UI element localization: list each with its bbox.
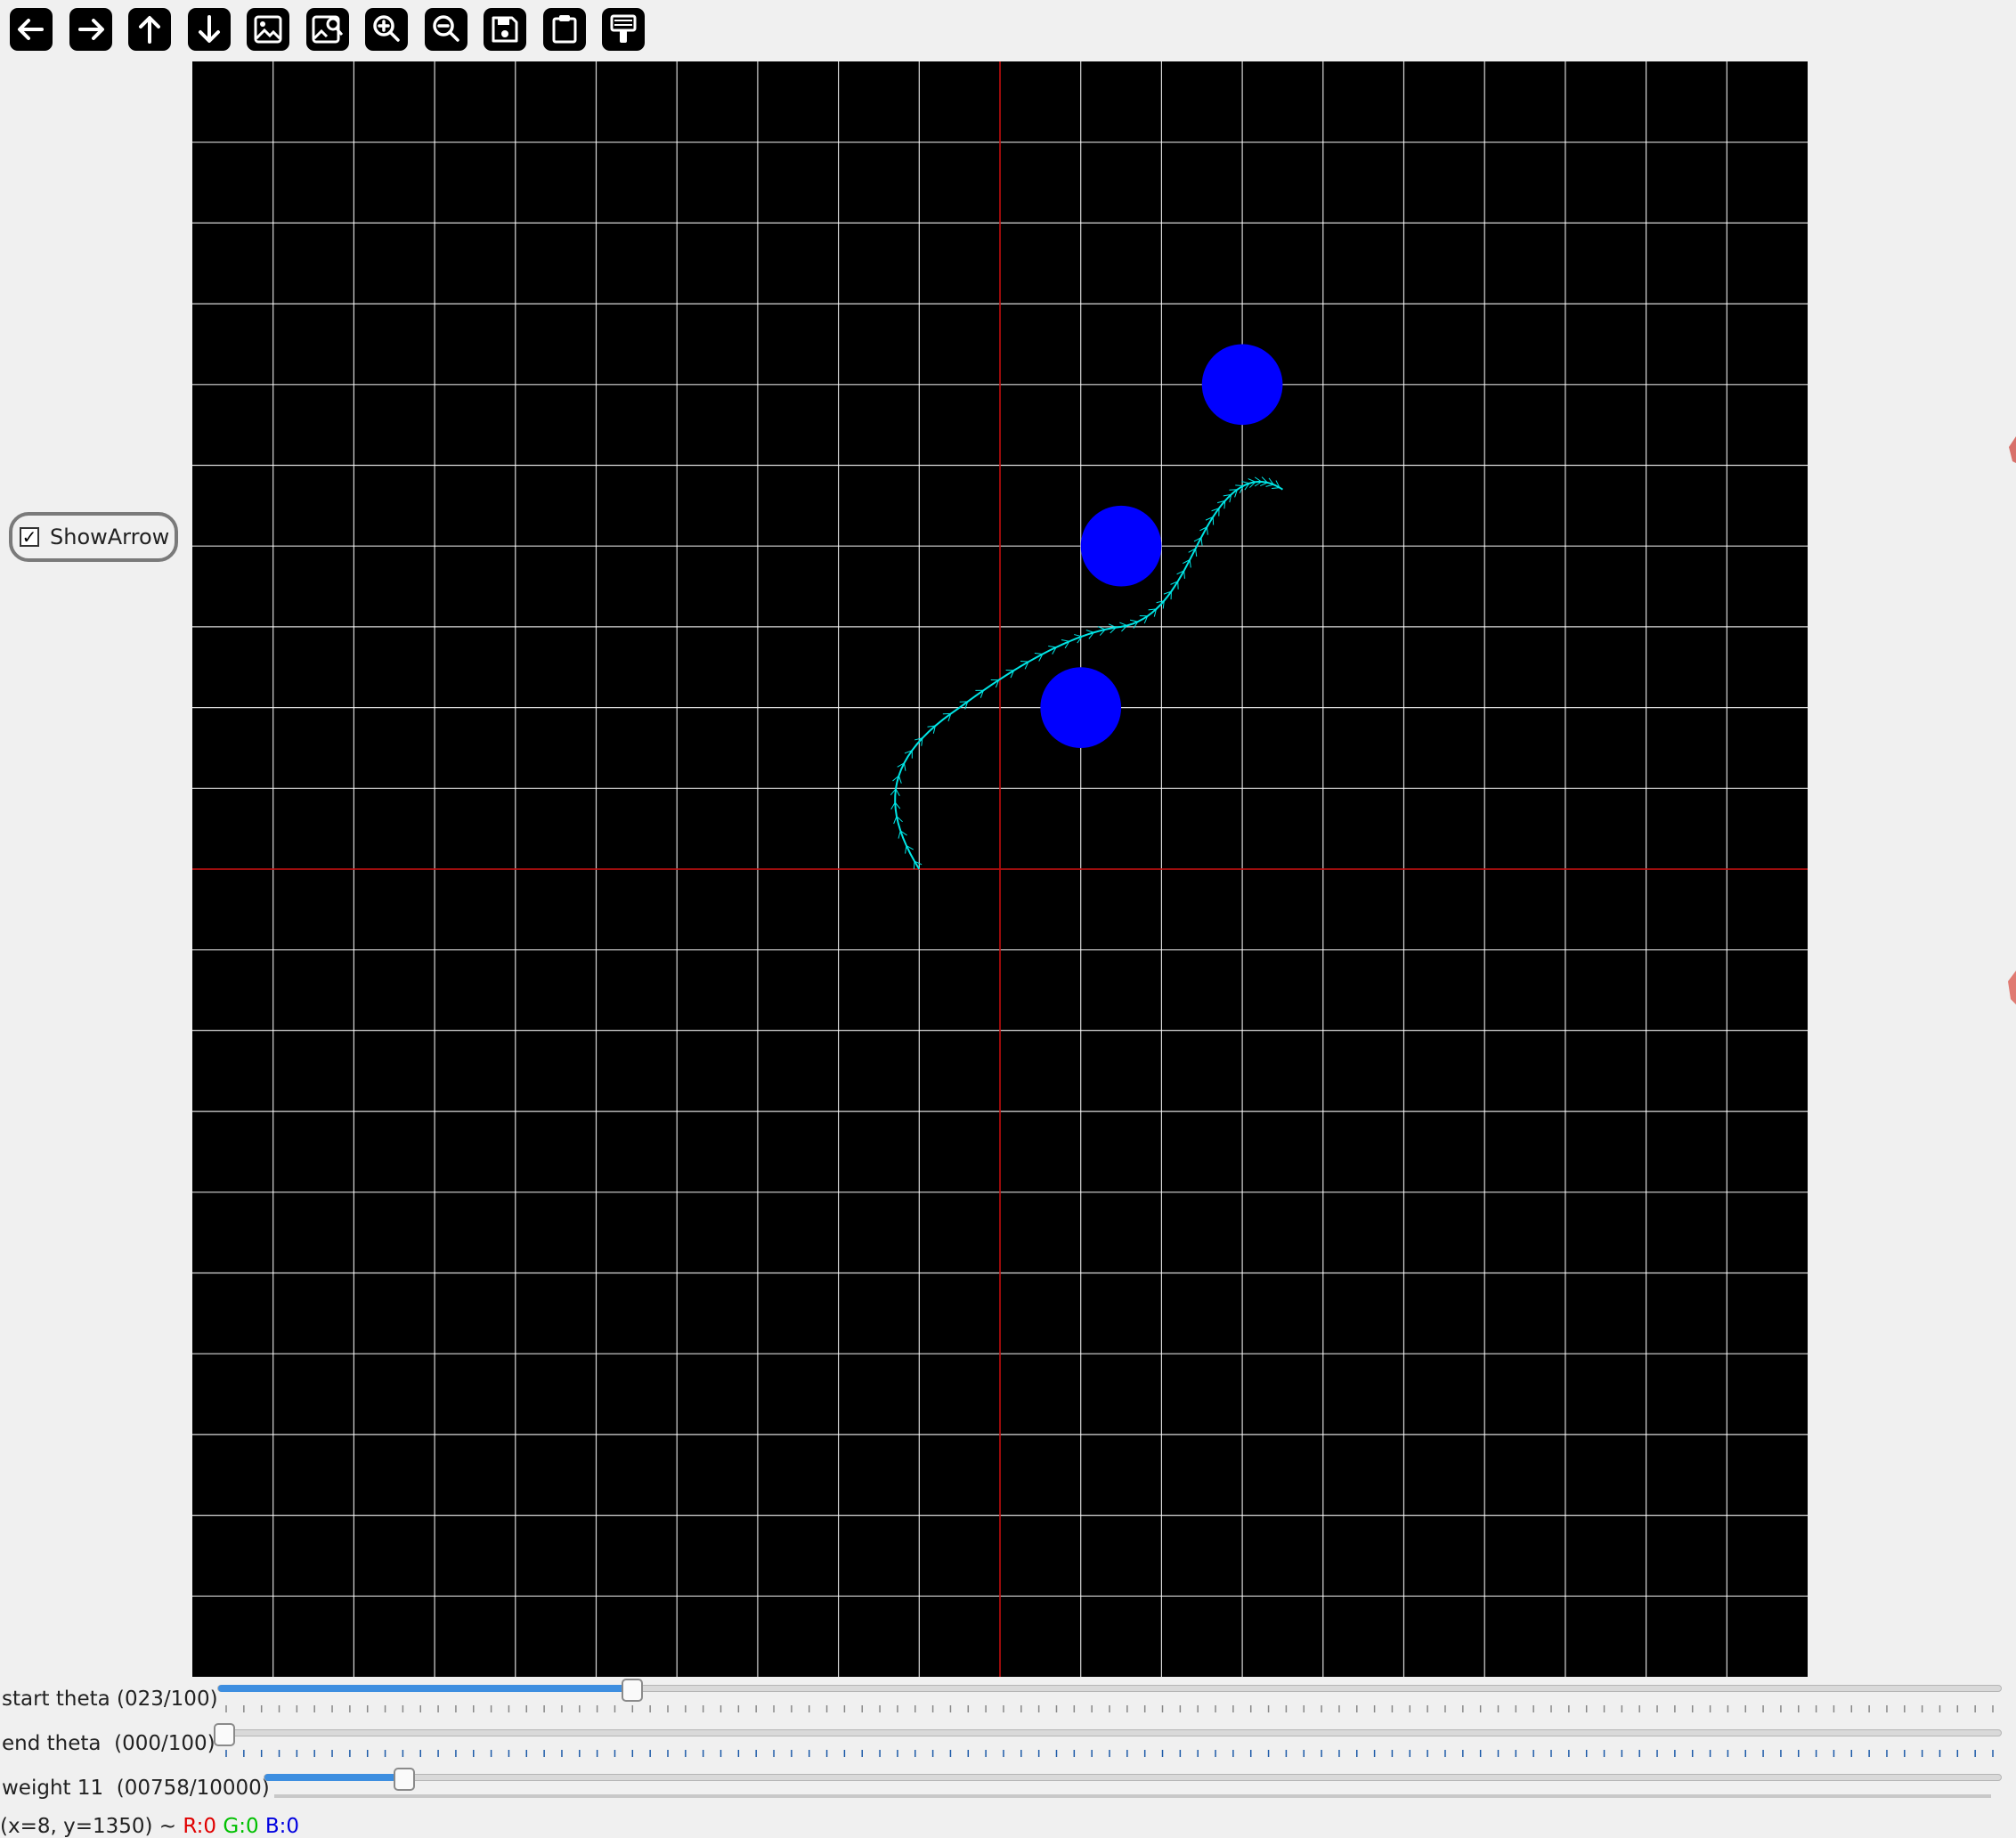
pan-right-button[interactable] [65, 4, 117, 55]
zoom-in-icon [365, 8, 408, 51]
path-arrow [1119, 622, 1127, 626]
path-arrow [1061, 639, 1069, 642]
path-arrow [898, 830, 901, 839]
properties-button[interactable] [597, 4, 649, 55]
obstacle-circle [1201, 344, 1283, 426]
path-arrow [1129, 619, 1138, 622]
pan-down-button[interactable] [183, 4, 235, 55]
path-arrow [1248, 478, 1256, 483]
path-arrow [1189, 559, 1191, 568]
path-arrow [1265, 484, 1274, 487]
path-arrow [893, 816, 898, 825]
start-theta-handle[interactable] [622, 1679, 643, 1702]
cursor-coordinates: (x=8, y=1350) ~ [0, 1815, 183, 1838]
path-arrow [1020, 661, 1029, 663]
toolbar [5, 4, 657, 55]
arrow-right-icon [69, 8, 112, 51]
arrow-up-icon [128, 8, 171, 51]
start-theta-fill [218, 1685, 633, 1692]
checkbox-check-icon[interactable]: ✓ [20, 527, 39, 547]
path-arrow [1195, 548, 1198, 557]
end-theta-slider[interactable] [217, 1729, 2002, 1736]
red-value: R:0 [183, 1815, 217, 1838]
status-bar: (x=8, y=1350) ~ R:0 G:0 B:0 [0, 1815, 299, 1838]
fit-image-button[interactable] [242, 4, 294, 55]
background-window-edge [2008, 436, 2016, 1004]
arrow-down-icon [187, 8, 231, 51]
path-arrow [1183, 570, 1185, 579]
end-theta-ticks [225, 1750, 1994, 1757]
path-arrow [903, 762, 906, 771]
green-value: G:0 [223, 1815, 259, 1838]
paint-brush-icon [602, 8, 645, 51]
arrow-left-icon [10, 8, 53, 51]
weight-slider-row: weight 11 (00758/10000) [0, 1768, 2016, 1810]
end-theta-slider-row: end theta (000/100) [0, 1723, 2016, 1766]
path-arrow [895, 788, 900, 797]
path-arrow [1259, 482, 1268, 487]
start-theta-slider[interactable] [217, 1685, 2002, 1692]
show-arrow-checkbox[interactable]: ✓ ShowArrow [9, 512, 178, 562]
weight-fill [264, 1774, 396, 1781]
start-theta-slider-row: start theta (023/100) [0, 1679, 2016, 1721]
path-arrow [1085, 630, 1094, 633]
copy-to-clipboard-button[interactable] [539, 4, 590, 55]
zoom-to-image-button[interactable] [302, 4, 354, 55]
pan-up-button[interactable] [124, 4, 175, 55]
pan-left-button[interactable] [5, 4, 57, 55]
plot-canvas[interactable] [192, 61, 1808, 1677]
weight-label: weight 11 (00758/10000) [2, 1777, 270, 1800]
clipboard-icon [542, 8, 586, 51]
path-arrow [913, 860, 915, 870]
show-arrow-label: ShowArrow [50, 525, 170, 549]
path-arrow [898, 776, 902, 784]
image-zoom-icon [305, 8, 349, 51]
path-arrow [1034, 653, 1043, 655]
save-icon [484, 8, 526, 51]
weight-handle[interactable] [394, 1768, 415, 1791]
obstacle-circle [1080, 505, 1162, 587]
start-theta-ticks [225, 1705, 1994, 1712]
save-button[interactable] [479, 4, 531, 55]
zoom-in-button[interactable] [361, 4, 412, 55]
path-arrow [1200, 537, 1203, 546]
plot-svg [192, 61, 1808, 1677]
start-theta-label: start theta (023/100) [2, 1688, 218, 1711]
image-icon [247, 8, 289, 51]
end-theta-handle[interactable] [214, 1723, 235, 1746]
zoom-out-icon [424, 8, 467, 51]
end-theta-label: end theta (000/100) [2, 1732, 215, 1755]
weight-slider[interactable] [264, 1774, 2002, 1781]
obstacle-circle [1040, 667, 1122, 748]
blue-value: B:0 [264, 1815, 300, 1838]
path-arrow [1272, 487, 1280, 490]
weight-ticks [274, 1794, 1991, 1798]
zoom-out-button[interactable] [420, 4, 472, 55]
